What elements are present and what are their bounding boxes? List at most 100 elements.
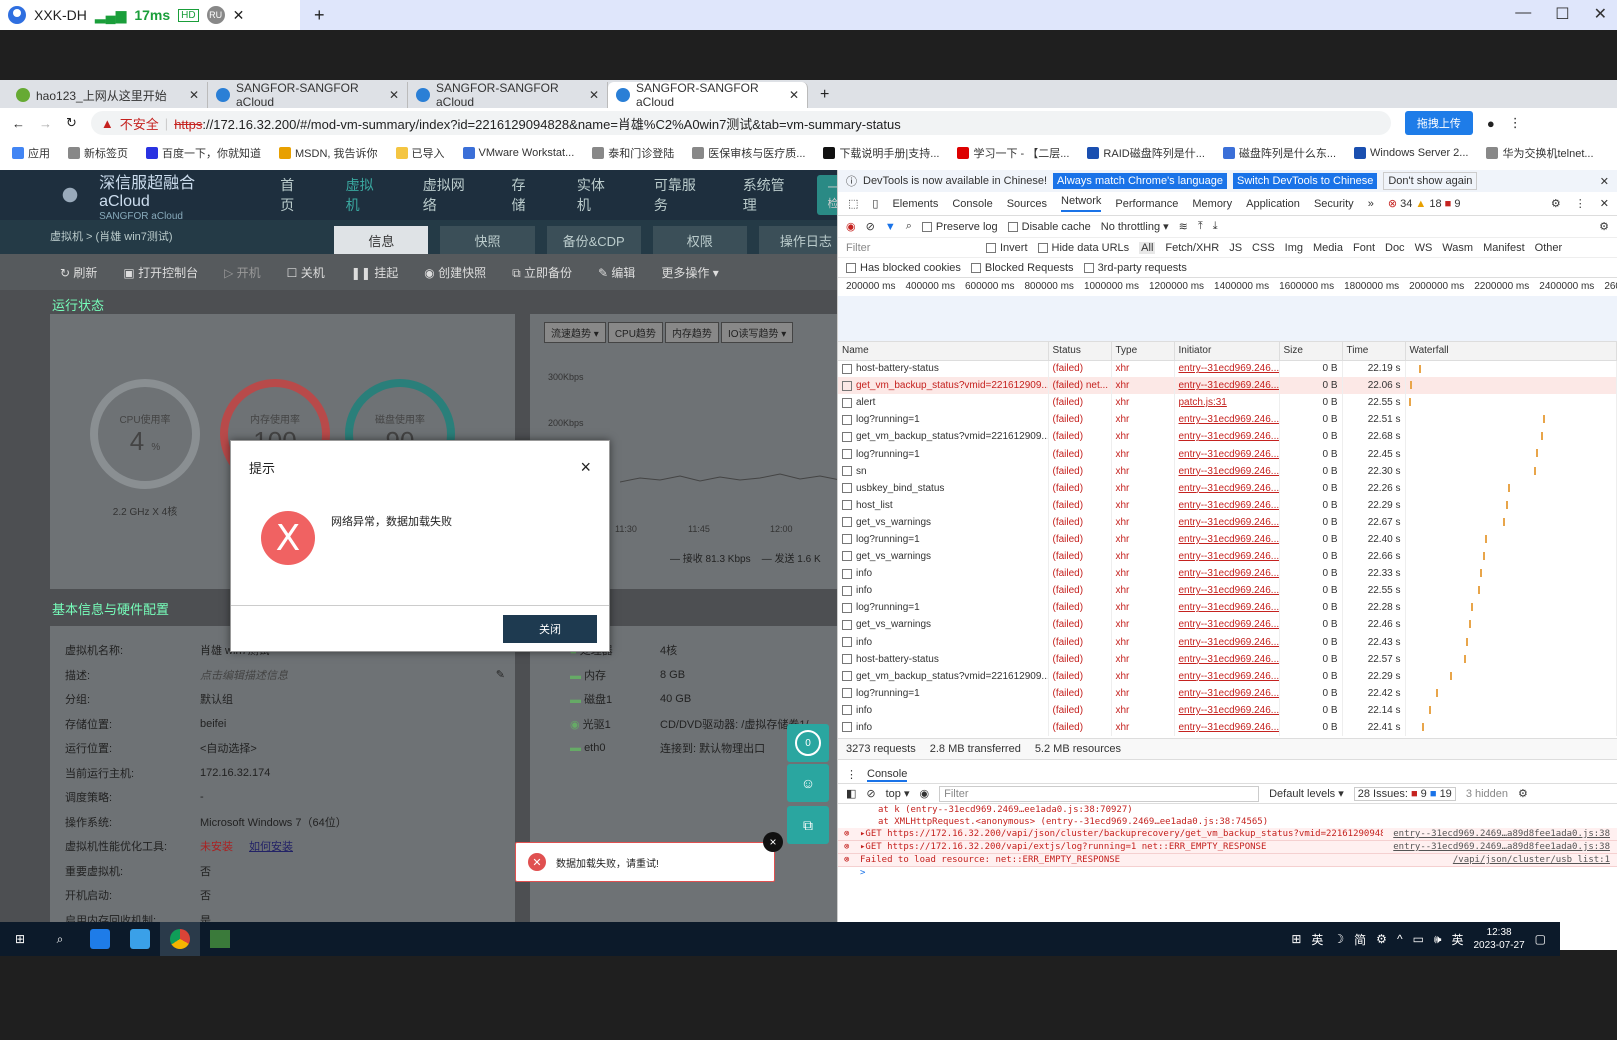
tab-console[interactable]: Console [952,198,992,210]
request-initiator[interactable]: entry--31ecd969.246... [1174,479,1280,497]
chrome-icon[interactable] [160,922,200,956]
bookmark-item[interactable]: 百度一下，你就知道 [146,145,261,161]
more-actions-button[interactable]: 更多操作 ▾ [661,264,718,281]
bookmark-item[interactable]: MSDN, 我告诉你 [279,145,378,161]
request-initiator[interactable]: entry--31ecd969.246... [1174,496,1280,514]
blocked-cookies-checkbox[interactable]: Has blocked cookies [846,262,961,274]
banner-close-icon[interactable]: ✕ [1600,175,1609,188]
inspect-icon[interactable]: ⬚ [848,197,858,210]
table-row[interactable]: log?running=1 (failed) xhr entry--31ecd969.… [838,530,1617,549]
browser-tab-sangfor-active[interactable]: SANGFOR-SANGFOR aCloud ✕ [608,81,808,109]
tab-close-icon[interactable]: ✕ [389,88,399,102]
request-initiator[interactable]: entry--31ecd969.246... [1174,360,1280,378]
float-assistant-button[interactable]: ☺ [787,764,829,802]
notification-icon[interactable]: ▢ [1535,932,1546,946]
nav-vm[interactable]: 虚拟机 [332,175,395,215]
type-filter-css[interactable]: CSS [1252,242,1275,254]
open-console-button[interactable]: ▣ 打开控制台 [123,264,198,281]
request-initiator[interactable]: entry--31ecd969.246... [1174,650,1280,668]
issues-counter[interactable]: 28 Issues: ■ 9 ■ 19 [1353,786,1456,801]
close-icon[interactable]: ✕ [233,7,245,24]
tab-application[interactable]: Application [1246,198,1300,210]
console-settings-icon[interactable]: ⚙ [1518,787,1528,800]
more-tabs-icon[interactable]: » [1368,198,1374,210]
table-row[interactable]: alert (failed) xhr patch.js:31 0 B 22.55 s [838,394,1617,412]
context-select[interactable]: top ▾ [886,787,910,800]
url-bar[interactable]: ▲ 不安全 | https://172.16.32.200/#/mod-vm-s… [90,111,1391,135]
bookmark-item[interactable]: 应用 [12,145,50,161]
bookmark-item[interactable]: 学习一下 - 【二层... [957,145,1069,161]
chart-tab-cpu[interactable]: CPU趋势 [607,322,663,343]
console-line[interactable]: ⊗ Failed to load resource: net::ERR_EMPTY… [838,854,1617,867]
request-initiator[interactable]: entry--31ecd969.246... [1174,530,1280,549]
tab-close-icon[interactable]: ✕ [789,88,799,102]
minimize-icon[interactable]: — [1515,4,1531,24]
console-clear-icon[interactable]: ⊘ [866,787,875,800]
column-header-waterfall[interactable]: Waterfall [1405,342,1617,361]
power-on-button[interactable]: ▷ 开机 [224,264,261,281]
dialog-close-icon[interactable]: × [580,457,591,478]
shutdown-button[interactable]: ☐ 关机 [287,264,325,281]
toast-close-icon[interactable]: × [763,832,783,852]
network-overview-timeline[interactable]: 200000 ms 400000 ms 600000 ms 800000 ms 1000… [838,278,1617,342]
column-header-type[interactable]: Type [1111,342,1175,361]
match-language-button[interactable]: Always match Chrome's language [1053,173,1228,189]
volume-icon[interactable]: 🕪 [1434,932,1442,947]
forward-icon[interactable]: → [39,116,52,131]
hd-badge[interactable]: HD [178,8,199,22]
column-header-name[interactable]: Name [838,342,1049,361]
console-source-link[interactable]: /vapi/json/cluster/usb_list:1 [1453,855,1610,865]
table-row[interactable]: get_vs_warnings (failed) xhr entry--31ecd96… [838,513,1617,531]
tab-network[interactable]: Network [1061,195,1102,212]
reload-icon[interactable]: ↻ [66,115,77,131]
maximize-icon[interactable]: ☐ [1555,4,1569,24]
tab-info[interactable]: 信息 [334,226,429,254]
backup-button[interactable]: ⧉ 立即备份 [512,264,572,281]
column-header-size[interactable]: Size [1279,342,1343,361]
request-initiator[interactable]: patch.js:31 [1174,394,1280,412]
nav-storage[interactable]: 存储 [497,175,548,215]
table-row[interactable]: get_vs_warnings (failed) xhr entry--31ecd96… [838,548,1617,566]
float-badge-button[interactable]: 0 [787,724,829,762]
type-filter-other[interactable]: Other [1535,242,1563,254]
search-icon[interactable]: ⌕ [40,922,80,956]
table-row[interactable]: get_vm_backup_status?vmid=221612909... (f… [838,377,1617,395]
request-initiator[interactable]: entry--31ecd969.246... [1174,633,1280,651]
request-initiator[interactable]: entry--31ecd969.246... [1174,701,1280,719]
console-line[interactable]: at k (entry--31ecd969.2469…ee1ada0.js:38… [838,804,1617,816]
clear-icon[interactable]: ⊘ [866,220,875,233]
type-filter-xhr[interactable]: Fetch/XHR [1165,242,1219,254]
browser-tab-sangfor-1[interactable]: SANGFOR-SANGFOR aCloud ✕ [208,81,408,109]
chart-tab-io[interactable]: IO读写趋势 ▾ [720,322,794,343]
console-line[interactable]: ⊗ ▸GET https://172.16.32.200/vapi/extjs/l… [838,841,1617,854]
upload-button[interactable]: 拖拽上传 [1404,111,1473,135]
request-initiator[interactable]: entry--31ecd969.246... [1174,428,1280,446]
profile-icon[interactable]: ● [1487,116,1495,131]
table-row[interactable]: log?running=1 (failed) xhr entry--31ecd969.… [838,684,1617,702]
error-count[interactable]: ⊗ 34 ▲ 18 ■ 9 [1388,197,1461,210]
dont-show-button[interactable]: Don't show again [1383,172,1478,190]
bookmark-item[interactable]: 新标签页 [68,145,128,161]
type-filter-js[interactable]: JS [1229,242,1242,254]
snapshot-button[interactable]: ◉ 创建快照 [424,264,486,281]
windows-start-icon[interactable]: ⊞ [0,922,40,956]
eye-icon[interactable]: ◉ [920,787,930,800]
blocked-requests-checkbox[interactable]: Blocked Requests [970,262,1074,274]
table-row[interactable]: get_vs_warnings (failed) xhr entry--31ecd96… [838,616,1617,634]
invert-checkbox[interactable]: Invert [986,242,1028,254]
tray-expand-icon[interactable]: ^ [1397,932,1403,946]
type-filter-font[interactable]: Font [1353,242,1375,254]
tray-language[interactable]: 英 [1451,931,1463,948]
record-icon[interactable]: ◉ [846,220,856,233]
back-icon[interactable]: ← [12,116,25,131]
request-initiator[interactable]: entry--31ecd969.246... [1174,684,1280,702]
nav-system[interactable]: 系统管理 [729,175,804,215]
drawer-menu-icon[interactable]: ⋮ [846,768,857,781]
menu-icon[interactable]: ⋮ [1509,115,1522,131]
app-icon-board[interactable] [120,922,160,956]
table-row[interactable]: host_list (failed) xhr entry--31ecd969.246.… [838,496,1617,514]
bookmark-item[interactable]: 医保审核与医疗质... [692,145,805,161]
column-header-initiator[interactable]: Initiator [1174,342,1280,361]
type-filter-doc[interactable]: Doc [1385,242,1405,254]
request-initiator[interactable]: entry--31ecd969.246... [1174,513,1280,531]
